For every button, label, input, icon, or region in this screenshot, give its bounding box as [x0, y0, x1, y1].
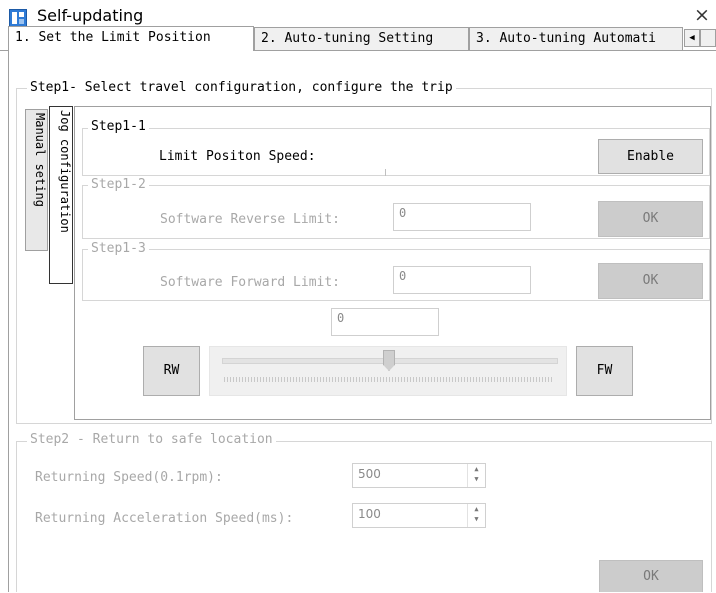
- tab-scroll-left-icon[interactable]: ◀: [684, 29, 700, 47]
- app-icon: [9, 9, 27, 27]
- step1-legend: Step1- Select travel configuration, conf…: [27, 80, 456, 95]
- jog-slider[interactable]: [209, 346, 567, 396]
- spin-updown-icon[interactable]: ▲ ▼: [467, 464, 485, 487]
- slider-thumb[interactable]: [383, 350, 395, 371]
- returning-speed-value: 500: [358, 467, 381, 481]
- software-reverse-limit-input[interactable]: 0: [393, 203, 531, 231]
- tab-page-left-border: [8, 50, 9, 592]
- tab-jog-configuration[interactable]: Jog configuration: [49, 106, 73, 284]
- limit-position-speed-label: Limit Positon Speed:: [159, 149, 316, 164]
- tab-set-limit-position[interactable]: 1. Set the Limit Position: [8, 26, 254, 51]
- tab-scroll-right-icon[interactable]: [700, 29, 716, 47]
- returning-acceleration-value: 100: [358, 507, 381, 521]
- step2-ok-button[interactable]: OK: [599, 560, 703, 592]
- forward-limit-ok-button[interactable]: OK: [598, 263, 703, 299]
- tab-auto-tuning-automation[interactable]: 3. Auto-tuning Automati: [469, 27, 683, 50]
- jog-value-input[interactable]: 0: [331, 308, 439, 336]
- rw-button[interactable]: RW: [143, 346, 200, 396]
- window-title: Self-updating: [37, 6, 144, 25]
- speed-tick: [385, 169, 386, 176]
- reverse-limit-ok-button[interactable]: OK: [598, 201, 703, 237]
- slider-ticks: [224, 377, 554, 382]
- step1-3-legend: Step1-3: [88, 241, 149, 256]
- tab-manual-seting[interactable]: Manual seting: [25, 109, 48, 251]
- returning-speed-label: Returning Speed(0.1rpm):: [35, 470, 223, 485]
- fw-button[interactable]: FW: [576, 346, 633, 396]
- enable-button[interactable]: Enable: [598, 139, 703, 174]
- tab-auto-tuning-setting[interactable]: 2. Auto-tuning Setting: [254, 27, 469, 50]
- software-forward-limit-input[interactable]: 0: [393, 266, 531, 294]
- step1-2-legend: Step1-2: [88, 177, 149, 192]
- step1-1-legend: Step1-1: [88, 119, 149, 134]
- close-icon[interactable]: ×: [690, 4, 714, 26]
- software-reverse-limit-label: Software Reverse Limit:: [160, 212, 341, 227]
- returning-acceleration-spinbox[interactable]: 100 ▲ ▼: [352, 503, 486, 528]
- returning-speed-spinbox[interactable]: 500 ▲ ▼: [352, 463, 486, 488]
- returning-acceleration-label: Returning Acceleration Speed(ms):: [35, 511, 294, 526]
- spin-updown-icon[interactable]: ▲ ▼: [467, 504, 485, 527]
- step2-legend: Step2 - Return to safe location: [27, 432, 276, 447]
- software-forward-limit-label: Software Forward Limit:: [160, 275, 341, 290]
